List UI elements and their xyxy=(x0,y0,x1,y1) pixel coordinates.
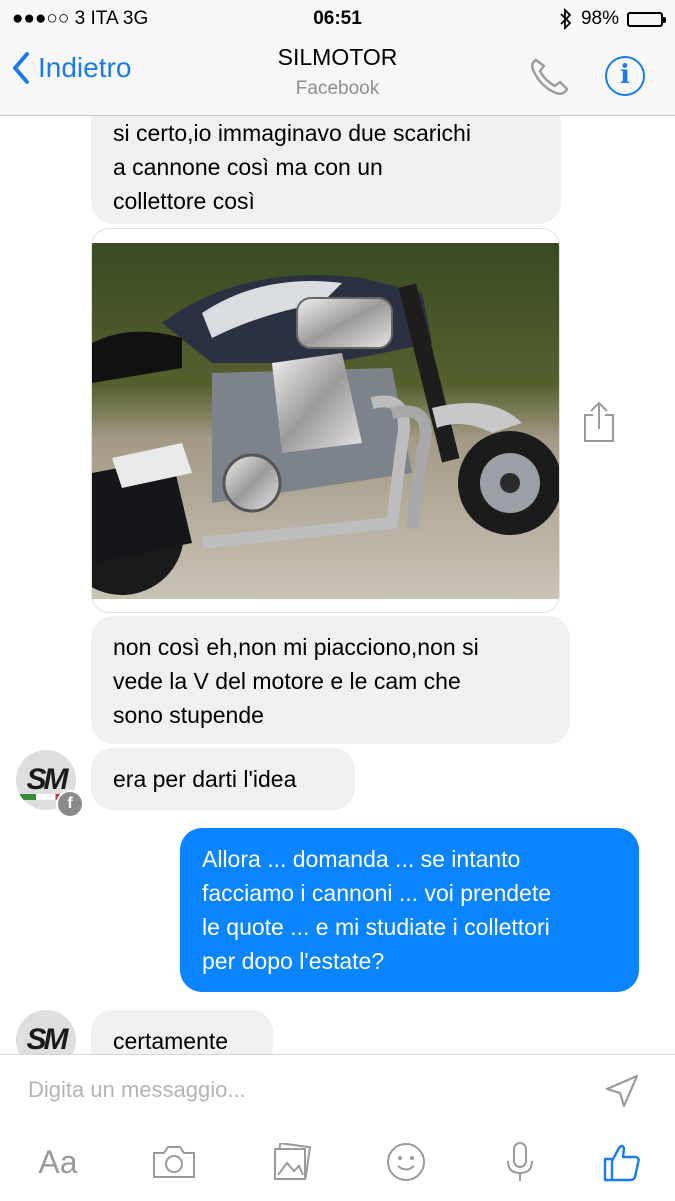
sticker-button[interactable] xyxy=(384,1135,428,1189)
camera-button[interactable] xyxy=(150,1135,198,1189)
camera-icon xyxy=(153,1146,195,1178)
composer: Digita un messaggio... Aa xyxy=(0,1054,675,1201)
navigation-bar: Indietro SILMOTOR Facebook i xyxy=(0,38,675,116)
photo-gallery-icon xyxy=(274,1143,312,1180)
facebook-badge-icon: f xyxy=(56,790,84,818)
message-bubble-incoming[interactable]: era per darti l'idea xyxy=(91,748,355,810)
avatar-initials: SM xyxy=(26,763,69,796)
message-bubble-outgoing[interactable]: Allora ... domanda ... se intanto faccia… xyxy=(180,828,639,992)
composer-toolbar: Aa xyxy=(0,1135,675,1195)
battery-percent: 98% xyxy=(580,8,619,29)
status-bar: ●●●○○ 3 ITA 3G 06:51 98% xyxy=(0,0,675,38)
message-bubble-incoming[interactable]: si certo,io immaginavo due scarichi a ca… xyxy=(91,116,561,224)
info-icon[interactable]: i xyxy=(605,56,645,96)
message-thread[interactable]: si certo,io immaginavo due scarichi a ca… xyxy=(0,116,675,1054)
photo-attachment[interactable] xyxy=(91,228,560,613)
message-input[interactable]: Digita un messaggio... xyxy=(28,1077,246,1103)
text-format-button[interactable]: Aa xyxy=(30,1135,86,1189)
status-right: 98% xyxy=(559,8,666,30)
motorcycle-photo xyxy=(92,243,559,599)
conversation-subtitle: Facebook xyxy=(295,78,380,99)
smiley-icon xyxy=(387,1143,425,1181)
voice-button[interactable] xyxy=(500,1135,540,1189)
like-button[interactable] xyxy=(600,1135,644,1189)
message-bubble-incoming[interactable]: non così eh,non mi piacciono,non si vede… xyxy=(91,616,570,744)
share-icon[interactable] xyxy=(582,401,616,443)
microphone-icon xyxy=(507,1142,533,1181)
avatar[interactable]: SM xyxy=(16,1010,76,1054)
phone-icon[interactable] xyxy=(528,56,570,96)
bluetooth-icon xyxy=(560,8,572,30)
thumbs-up-icon xyxy=(603,1144,640,1182)
send-icon[interactable] xyxy=(604,1073,640,1109)
message-bubble-incoming[interactable]: certamente xyxy=(91,1010,273,1054)
gallery-button[interactable] xyxy=(268,1135,316,1189)
conversation-title: SILMOTOR xyxy=(277,44,398,70)
battery-icon xyxy=(627,11,666,27)
avatar-initials: SM xyxy=(26,1023,69,1054)
